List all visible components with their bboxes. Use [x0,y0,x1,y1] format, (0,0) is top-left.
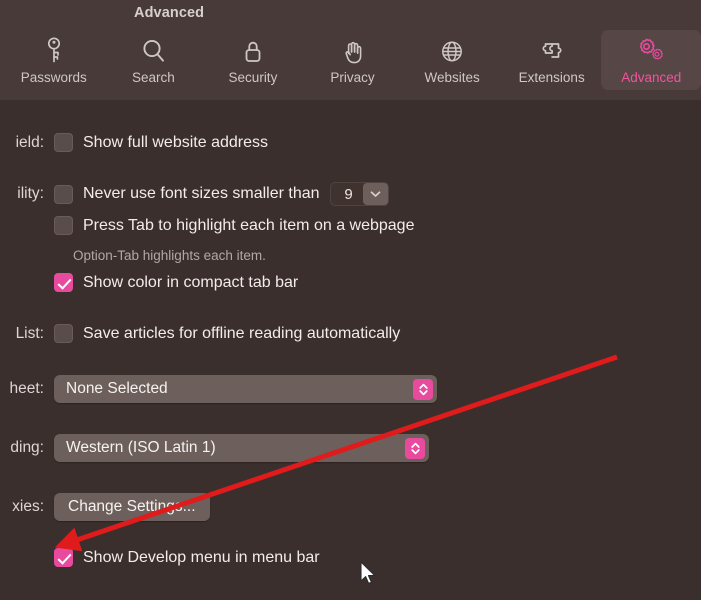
tab-label: Security [228,70,278,85]
advanced-settings-pane: ield: Show full website address ility: N… [0,103,701,600]
chevron-up-down-icon[interactable] [413,378,433,400]
tab-advanced[interactable]: Advanced [601,30,701,90]
change-settings-button[interactable]: Change Settings... [54,493,210,521]
checkbox-show-color-in-compact-tab-bar[interactable]: Show color in compact tab bar [54,273,298,292]
checkbox-box[interactable] [54,324,73,343]
row-default-encoding: ding: Western (ISO Latin 1) [0,434,429,462]
tab-label: Extensions [518,70,585,85]
row-label: heet: [9,380,44,397]
row-press-tab: Press Tab to highlight each item on a we… [44,216,414,235]
row-proxies: xies: Change Settings... [0,493,210,521]
checkbox-box[interactable] [54,273,73,292]
min-font-size-stepper[interactable]: 9 [329,182,389,206]
change-settings-label: Change Settings... [68,498,196,515]
row-label: ield: [15,133,44,151]
checkbox-label: Show full website address [83,133,268,151]
checkbox-show-develop-menu[interactable]: Show Develop menu in menu bar [54,548,320,567]
window-title-bar: Advanced [0,0,701,30]
checkbox-label: Save articles for offline reading automa… [83,324,401,342]
tab-privacy[interactable]: Privacy [303,30,403,90]
checkbox-label: Never use font sizes smaller than [83,185,320,202]
puzzle-piece-icon [537,34,567,68]
row-style-sheet: heet: None Selected [0,375,437,403]
tab-label: Websites [424,70,480,85]
page-title: Advanced [134,5,205,21]
style-sheet-popup-button[interactable]: None Selected [54,375,437,403]
lock-icon [238,34,268,68]
row-develop-menu: Show Develop menu in menu bar [44,548,320,567]
chevron-down-icon[interactable] [362,183,388,205]
preferences-toolbar: Passwords Search Security Privacy Websit… [0,30,701,133]
tab-passwords[interactable]: Passwords [4,30,104,90]
checkbox-box[interactable] [54,133,73,152]
key-icon [39,34,69,68]
checkbox-box[interactable] [54,184,73,204]
checkbox-label: Show color in compact tab bar [83,273,299,291]
checkbox-label: Press Tab to highlight each item on a we… [83,216,415,234]
row-label: List: [15,324,44,342]
style-sheet-value: None Selected [66,380,168,397]
checkbox-press-tab-to-highlight[interactable]: Press Tab to highlight each item on a we… [54,216,414,235]
row-label: xies: [12,498,44,515]
tab-websites[interactable]: Websites [402,30,502,90]
min-font-size-value: 9 [344,185,353,203]
row-smart-search-field: ield: Show full website address [0,133,268,152]
checkbox-label: Show Develop menu in menu bar [83,548,320,566]
checkbox-never-use-font-sizes-smaller-than[interactable]: Never use font sizes smaller than [54,184,320,204]
magnifier-icon [138,34,168,68]
default-encoding-popup-button[interactable]: Western (ISO Latin 1) [54,434,429,462]
hand-icon [338,34,368,68]
tab-label: Passwords [20,70,87,85]
row-label: ility: [17,185,44,202]
checkbox-box[interactable] [54,548,73,567]
tab-label: Advanced [621,70,682,85]
default-encoding-value: Western (ISO Latin 1) [66,439,216,456]
row-reading-list: List: Save articles for offline reading … [0,324,400,343]
tab-extensions[interactable]: Extensions [502,30,602,90]
tab-label: Search [131,70,175,85]
checkbox-save-articles-offline[interactable]: Save articles for offline reading automa… [54,324,400,343]
press-tab-note: Option-Tab highlights each item. [73,248,266,263]
globe-icon [437,34,467,68]
checkbox-box[interactable] [54,216,73,235]
row-press-tab-note: Option-Tab highlights each item. [73,248,266,263]
row-compact-tab-color: Show color in compact tab bar [44,273,298,292]
tab-search[interactable]: Search [104,30,204,90]
tab-security[interactable]: Security [203,30,303,90]
tab-label: Privacy [330,70,375,85]
checkbox-show-full-website-address[interactable]: Show full website address [54,133,268,152]
row-label: ding: [10,439,44,456]
chevron-up-down-icon[interactable] [405,437,425,459]
row-accessibility-min-font: ility: Never use font sizes smaller than… [0,182,389,206]
gears-icon [634,34,668,68]
